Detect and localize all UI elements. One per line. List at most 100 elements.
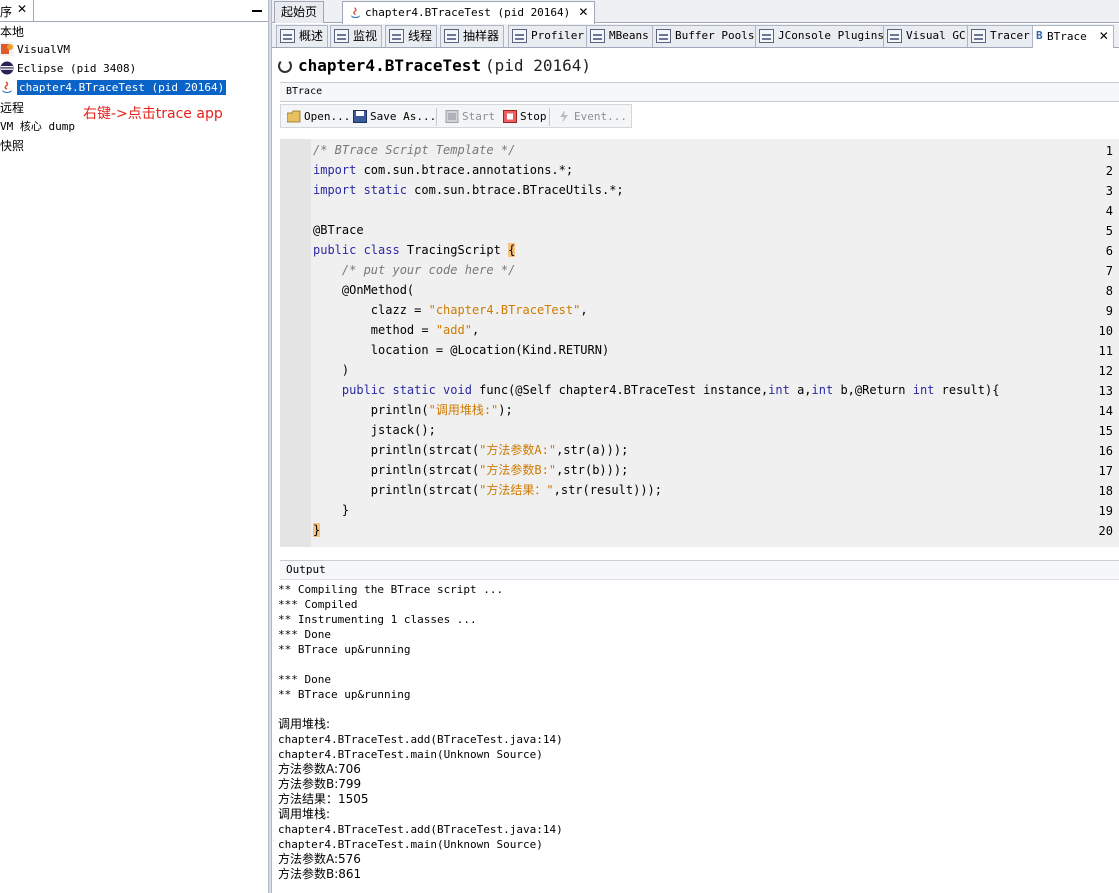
page-title-app: chapter4.BTraceTest <box>298 56 482 75</box>
tab-tracer[interactable]: Tracer <box>967 25 1035 47</box>
java-app-icon <box>2 81 12 93</box>
code-text: clazz = <box>313 303 429 317</box>
event-icon <box>560 110 568 123</box>
toolbar-separator <box>436 108 437 126</box>
java-app-icon <box>350 6 361 18</box>
output-line: chapter4.BTraceTest.main(Unknown Source) <box>278 838 543 851</box>
line-number: 8 <box>1105 284 1113 298</box>
output-line: ** Compiling the BTrace script ... <box>278 583 504 596</box>
code-line: import com.sun.btrace.annotations.*; <box>313 160 573 180</box>
output-line: 调用堆栈: <box>278 717 331 731</box>
output-line: 方法参数B:799 <box>278 777 362 791</box>
tree-node-visualvm[interactable]: VisualVM <box>0 41 70 59</box>
tree-node-remote[interactable]: 远程 <box>0 99 24 117</box>
line-number: 6 <box>1105 244 1113 258</box>
tab-btracetest[interactable]: chapter4.BTraceTest (pid 20164) ✕ <box>342 1 596 24</box>
tab-monitor[interactable]: 监视 <box>330 25 383 47</box>
close-icon[interactable]: ✕ <box>578 5 588 19</box>
line-number: 5 <box>1105 224 1113 238</box>
tab-buffer-pools[interactable]: Buffer Pools <box>652 25 760 47</box>
tab-overview-label: 概述 <box>299 29 324 43</box>
code-text: a, <box>789 383 812 397</box>
code-text: println(strcat( <box>313 443 480 457</box>
output-console[interactable]: ** Compiling the BTrace script ... *** C… <box>278 581 1119 893</box>
tree-node-local[interactable]: 本地 <box>0 23 24 41</box>
code-line: @BTrace <box>313 220 364 240</box>
code-line: } <box>313 500 349 520</box>
code-keyword: public static void <box>341 383 472 397</box>
line-number: 20 <box>1098 524 1113 538</box>
tab-profiler-label: Profiler <box>531 29 584 42</box>
tree-node-snapshots[interactable]: 快照 <box>0 137 24 155</box>
code-text: TracingScript <box>399 243 509 257</box>
line-number: 1 <box>1105 144 1113 158</box>
save-as-button[interactable]: Save As... <box>351 107 439 126</box>
open-button[interactable]: Open... <box>285 107 353 126</box>
code-line: /* put your code here */ <box>313 260 515 280</box>
tree-node-eclipse[interactable]: Eclipse (pid 3408) <box>0 60 136 78</box>
tab-divider <box>33 0 34 21</box>
start-button[interactable]: Start <box>443 107 498 126</box>
jconsole-plugins-icon <box>759 29 774 43</box>
output-line: *** Done <box>278 628 331 641</box>
code-line: } <box>313 520 321 540</box>
line-number: 14 <box>1098 404 1113 418</box>
loading-spinner-icon <box>278 59 292 73</box>
tab-mbeans-label: MBeans <box>609 29 649 42</box>
tab-mbeans[interactable]: MBeans <box>586 25 654 47</box>
script-editor[interactable]: 1 2 3 4 5 6 7 8 9 10 11 12 13 14 15 16 1… <box>280 139 1119 547</box>
code-text: @OnMethod( <box>313 283 415 297</box>
code-text: println(strcat( <box>313 483 480 497</box>
code-line: public static void func(@Self chapter4.B… <box>313 380 1000 400</box>
applications-panel: 序 ✕ 本地 VisualVM Eclipse (pid 3408) chapt… <box>0 0 268 893</box>
line-number: 2 <box>1105 164 1113 178</box>
tab-start-page[interactable]: 起始页 <box>274 1 325 23</box>
start-icon <box>445 110 459 123</box>
code-line: println("调用堆栈:"); <box>313 400 513 420</box>
tab-overview[interactable]: 概述 <box>276 25 329 47</box>
tab-btrace[interactable]: B BTrace ✕ <box>1032 25 1114 48</box>
code-text: ,str(a))); <box>556 443 629 457</box>
code-keyword: import static <box>313 183 407 197</box>
code-text: b,@Return <box>833 383 913 397</box>
tab-profiler[interactable]: Profiler <box>508 25 589 47</box>
event-button[interactable]: Event... <box>555 107 630 126</box>
output-line: ** BTrace up&running <box>278 688 411 701</box>
line-number: 11 <box>1098 344 1113 358</box>
tab-sampler[interactable]: 抽样器 <box>440 25 505 47</box>
event-button-label: Event... <box>574 110 627 123</box>
tree-node-vm-core-dump[interactable]: VM 核心 dump <box>0 118 75 136</box>
tab-monitor-label: 监视 <box>353 29 378 43</box>
buffer-pools-icon <box>656 29 671 43</box>
output-line: 方法参数B:861 <box>278 867 362 881</box>
view-tabs: 概述 监视 线程 抽样器 Profiler MBeans Buffer Pool… <box>272 24 1119 48</box>
line-number: 10 <box>1098 324 1113 338</box>
tree-node-snapshots-label: 快照 <box>0 139 25 153</box>
line-number: 17 <box>1098 464 1113 478</box>
tab-jconsole-plugins[interactable]: JConsole Plugins <box>755 25 889 47</box>
stop-button[interactable]: Stop <box>501 107 550 126</box>
close-icon[interactable]: ✕ <box>1099 29 1109 43</box>
tree-node-remote-label: 远程 <box>0 101 25 115</box>
line-number: 18 <box>1098 484 1113 498</box>
brace-match-highlight: { <box>508 243 516 257</box>
output-line: ** BTrace up&running <box>278 643 411 656</box>
folder-open-icon <box>287 110 301 123</box>
page-title: chapter4.BTraceTest (pid 20164) <box>278 56 591 78</box>
code-string: "方法参数B:" <box>479 463 557 477</box>
minimize-icon[interactable] <box>252 10 262 12</box>
tab-visual-gc[interactable]: Visual GC <box>883 25 971 47</box>
tree-node-btracetest[interactable]: chapter4.BTraceTest (pid 20164) <box>0 79 227 97</box>
code-string: "方法结果：" <box>479 483 554 497</box>
eclipse-icon <box>0 61 14 75</box>
tree-node-local-label: 本地 <box>0 25 25 39</box>
applications-tab-title[interactable]: 序 <box>0 3 12 20</box>
tree-node-btracetest-label: chapter4.BTraceTest (pid 20164) <box>17 80 227 95</box>
code-text: } <box>313 503 350 517</box>
code-string: "方法参数A:" <box>479 443 557 457</box>
close-icon[interactable]: ✕ <box>17 2 27 16</box>
tab-threads[interactable]: 线程 <box>385 25 438 47</box>
code-line: println(strcat("方法结果：",str(result))); <box>313 480 662 500</box>
profiler-icon <box>512 29 527 43</box>
output-line: ** Instrumenting 1 classes ... <box>278 613 477 626</box>
